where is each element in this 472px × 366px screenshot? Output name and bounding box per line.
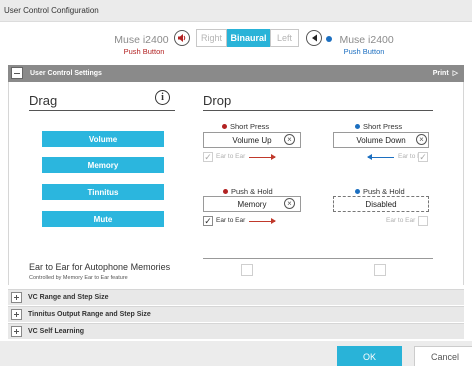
short-press-left-ear-to-ear-label: Ear to Ear: [216, 153, 246, 160]
vc-range-label: VC Range and Step Size: [28, 294, 109, 301]
tinnitus-output-label: Tinnitus Output Range and Step Size: [28, 311, 151, 318]
autophone-right-checkbox[interactable]: [374, 264, 386, 276]
left-speaker-icon[interactable]: [174, 30, 190, 46]
user-control-settings-header[interactable]: User Control Settings Print ▷: [8, 65, 464, 82]
left-ear-dot-icon: [222, 124, 227, 129]
print-icon: ▷: [452, 70, 458, 77]
push-hold-label: Push & Hold: [231, 187, 273, 196]
short-press-right-dropzone[interactable]: Volume Down: [333, 132, 429, 148]
clear-push-hold-left-icon[interactable]: ×: [284, 198, 295, 209]
arrow-left-icon: [367, 154, 394, 160]
left-device-subtitle: Push Button: [123, 47, 165, 56]
short-press-left-value: Volume Up: [232, 135, 272, 145]
push-hold-right-value: Disabled: [365, 199, 397, 209]
section-title: User Control Settings: [30, 70, 102, 77]
collapse-icon[interactable]: [11, 67, 23, 79]
window-title: User Control Configuration: [0, 0, 472, 22]
print-label: Print: [432, 70, 449, 77]
right-ear-dot-icon: [355, 189, 360, 194]
arrow-right-icon: [249, 218, 276, 224]
vc-range-section[interactable]: VC Range and Step Size: [8, 289, 464, 305]
drag-memory-button[interactable]: Memory: [42, 157, 164, 173]
push-hold-right-dropzone[interactable]: Disabled: [333, 196, 429, 212]
arrow-right-icon: [249, 154, 276, 160]
push-hold-left-value: Memory: [237, 199, 267, 209]
info-icon[interactable]: i: [155, 90, 170, 105]
drag-volume-button[interactable]: Volume: [42, 131, 164, 147]
vc-self-learning-section[interactable]: VC Self Learning: [8, 323, 464, 339]
drop-underline: [203, 110, 433, 111]
push-hold-right-ear-to-ear-label: Ear to Ear: [386, 217, 416, 224]
right-device-name: Muse i2400: [339, 34, 394, 46]
autophone-label: Ear to Ear for Autophone Memories: [29, 262, 171, 272]
push-hold-left-ear-to-ear-label: Ear to Ear: [216, 217, 246, 224]
expand-icon[interactable]: [11, 309, 22, 320]
short-press-left-heading: Short Press: [222, 122, 269, 131]
tinnitus-output-section[interactable]: Tinnitus Output Range and Step Size: [8, 306, 464, 322]
left-ear-dot-icon: [223, 189, 228, 194]
clear-short-press-right-icon[interactable]: ×: [416, 134, 427, 145]
clear-short-press-left-icon[interactable]: ×: [284, 134, 295, 145]
short-press-label: Short Press: [230, 122, 270, 131]
expand-icon[interactable]: [11, 292, 22, 303]
print-link[interactable]: Print ▷: [433, 65, 458, 82]
vc-self-learning-label: VC Self Learning: [28, 328, 85, 335]
push-hold-right-ear-to-ear-checkbox[interactable]: [418, 216, 428, 226]
cancel-button[interactable]: Cancel: [414, 346, 472, 366]
mode-left-button[interactable]: Left: [270, 29, 299, 47]
push-hold-left-heading: Push & Hold: [223, 187, 273, 196]
right-device-subtitle: Push Button: [343, 47, 385, 56]
autophone-divider: [203, 258, 433, 259]
drag-tinnitus-button[interactable]: Tinnitus: [42, 184, 164, 200]
drag-mute-button[interactable]: Mute: [42, 211, 164, 227]
short-press-right-heading: Short Press: [355, 122, 402, 131]
right-ear-dot-icon: [326, 36, 332, 42]
short-press-label-right: Short Press: [363, 122, 403, 131]
push-hold-right-heading: Push & Hold: [355, 187, 405, 196]
mode-right-button[interactable]: Right: [196, 29, 227, 47]
right-ear-dot-icon: [355, 124, 360, 129]
autophone-note: Controlled by Memory Ear to Ear feature: [29, 275, 128, 281]
expand-icon[interactable]: [11, 326, 22, 337]
left-device-name-row: Muse i2400: [106, 30, 182, 48]
drop-heading: Drop: [203, 93, 232, 108]
short-press-right-ear-to-ear-checkbox[interactable]: ✓: [418, 152, 428, 162]
left-device-name: Muse i2400: [114, 34, 169, 46]
short-press-right-value: Volume Down: [356, 135, 406, 145]
push-hold-label-right: Push & Hold: [363, 187, 405, 196]
push-hold-left-ear-to-ear-checkbox[interactable]: ✓: [203, 216, 213, 226]
right-device-name-row: Muse i2400: [326, 30, 396, 48]
drag-underline: [29, 110, 175, 111]
ok-button[interactable]: OK: [337, 346, 402, 366]
right-play-icon[interactable]: [306, 30, 322, 46]
short-press-left-ear-to-ear-checkbox[interactable]: ✓: [203, 152, 213, 162]
drag-heading: Drag: [29, 93, 58, 108]
mode-binaural-button[interactable]: Binaural: [227, 29, 270, 47]
autophone-left-checkbox[interactable]: [241, 264, 253, 276]
